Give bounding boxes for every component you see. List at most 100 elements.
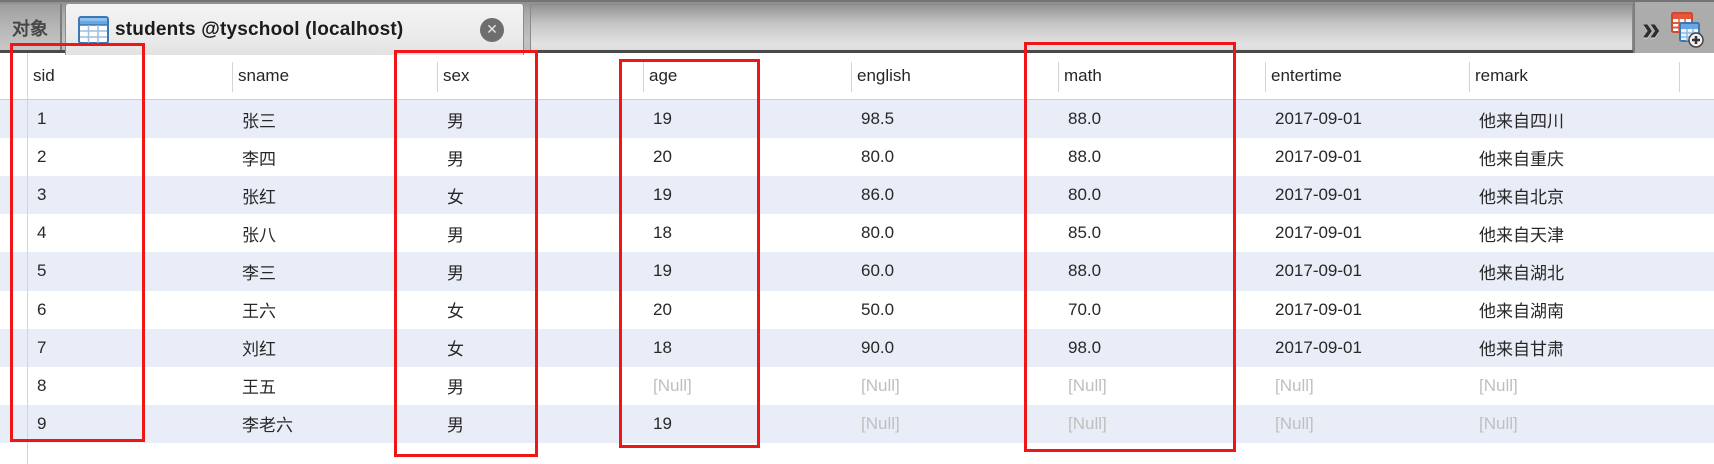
column-header-math[interactable]: math: [1058, 53, 1265, 99]
cell-sid[interactable]: 1: [27, 100, 232, 138]
cell-sex[interactable]: 女: [437, 176, 643, 214]
cell-entertime[interactable]: 2017-09-01: [1265, 214, 1469, 252]
cell-sid[interactable]: 3: [27, 176, 232, 214]
cell-math[interactable]: 88.0: [1058, 100, 1265, 138]
cell-math[interactable]: 88.0: [1058, 138, 1265, 176]
cell-sex[interactable]: 男: [437, 214, 643, 252]
cell-english[interactable]: 50.0: [851, 291, 1058, 329]
cell-sname[interactable]: 张红: [232, 176, 437, 214]
cell-remark[interactable]: 他来自湖北: [1469, 252, 1679, 290]
cell-sname[interactable]: 李老六: [232, 405, 437, 443]
cell-age[interactable]: 18: [643, 329, 851, 367]
cell-entertime[interactable]: [Null]: [1265, 367, 1469, 405]
column-header-age[interactable]: age: [643, 53, 851, 99]
cell-age[interactable]: 19: [643, 100, 851, 138]
cell-entertime[interactable]: 2017-09-01: [1265, 291, 1469, 329]
table-row-6: 6 王六女 20 50.0 70.0 2017-09-01 他来自湖南: [0, 290, 1714, 329]
active-tab-title: students @tyschool (localhost): [115, 18, 404, 40]
cell-sid[interactable]: 5: [27, 252, 232, 290]
cell-age[interactable]: [Null]: [643, 367, 851, 405]
cell-remark[interactable]: 他来自北京: [1469, 176, 1679, 214]
row-gutter[interactable]: [0, 291, 27, 329]
column-header-entertime[interactable]: entertime: [1265, 53, 1469, 99]
cell-english[interactable]: 98.5: [851, 100, 1058, 138]
column-header-sex[interactable]: sex: [437, 53, 643, 99]
row-gutter[interactable]: [0, 367, 27, 405]
tab-close-icon[interactable]: ✕: [480, 17, 504, 42]
cell-remark[interactable]: [Null]: [1469, 367, 1679, 405]
data-grid: sid sname sex age english math entertime remark…: [0, 53, 1714, 464]
cell-remark[interactable]: 他来自四川: [1469, 100, 1679, 138]
cell-remark[interactable]: 他来自湖南: [1469, 291, 1679, 329]
tab-students-active[interactable]: students @tyschool (localhost) ✕: [65, 4, 524, 55]
cell-sname[interactable]: 王六: [232, 291, 437, 329]
cell-english[interactable]: 90.0: [851, 329, 1058, 367]
cell-english[interactable]: 80.0: [851, 138, 1058, 176]
cell-sid[interactable]: 9: [27, 405, 232, 443]
cell-sname[interactable]: 李四: [232, 138, 437, 176]
row-gutter[interactable]: [0, 100, 27, 138]
cell-entertime[interactable]: [Null]: [1265, 405, 1469, 443]
cell-english[interactable]: 60.0: [851, 252, 1058, 290]
cell-remark[interactable]: 他来自天津: [1469, 214, 1679, 252]
cell-sname[interactable]: 王五: [232, 367, 437, 405]
cell-math[interactable]: 80.0: [1058, 176, 1265, 214]
new-tab-table-plus-icon[interactable]: [1666, 10, 1705, 48]
column-header-sid[interactable]: sid: [27, 53, 232, 99]
row-gutter[interactable]: [0, 405, 27, 443]
cell-sex[interactable]: 女: [437, 291, 643, 329]
cell-sid[interactable]: 6: [27, 291, 232, 329]
cell-remark[interactable]: 他来自重庆: [1469, 138, 1679, 176]
cell-age[interactable]: 20: [643, 138, 851, 176]
row-gutter[interactable]: [0, 214, 27, 252]
table-row-8: 8 王五男 [Null] [Null] [Null] [Null] [Null]: [0, 366, 1714, 405]
cell-age[interactable]: 19: [643, 176, 851, 214]
cell-age[interactable]: 19: [643, 405, 851, 443]
cell-math[interactable]: 98.0: [1058, 329, 1265, 367]
column-header-remark[interactable]: remark: [1469, 53, 1679, 99]
cell-sid[interactable]: 2: [27, 138, 232, 176]
cell-sid[interactable]: 4: [27, 214, 232, 252]
empty-tab-strip: [530, 4, 1633, 52]
cell-math[interactable]: 85.0: [1058, 214, 1265, 252]
cell-entertime[interactable]: 2017-09-01: [1265, 329, 1469, 367]
cell-english[interactable]: [Null]: [851, 405, 1058, 443]
cell-sex[interactable]: 男: [437, 252, 643, 290]
cell-sname[interactable]: 张八: [232, 214, 437, 252]
cell-sname[interactable]: 刘红: [232, 329, 437, 367]
cell-sex[interactable]: 男: [437, 405, 643, 443]
row-gutter[interactable]: [0, 329, 27, 367]
cell-math[interactable]: [Null]: [1058, 367, 1265, 405]
cell-sid[interactable]: 7: [27, 329, 232, 367]
cell-entertime[interactable]: 2017-09-01: [1265, 100, 1469, 138]
cell-sname[interactable]: 张三: [232, 100, 437, 138]
column-header-sname[interactable]: sname: [232, 53, 437, 99]
cell-age[interactable]: 18: [643, 214, 851, 252]
cell-math[interactable]: [Null]: [1058, 405, 1265, 443]
tab-objects[interactable]: 对象: [0, 4, 62, 52]
table-row-1: 1 张三男 19 98.5 88.0 2017-09-01 他来自四川: [0, 100, 1714, 139]
cell-sex[interactable]: 男: [437, 100, 643, 138]
row-gutter[interactable]: [0, 138, 27, 176]
cell-sname[interactable]: 李三: [232, 252, 437, 290]
cell-sex[interactable]: 男: [437, 367, 643, 405]
cell-remark[interactable]: 他来自甘肃: [1469, 329, 1679, 367]
cell-english[interactable]: 86.0: [851, 176, 1058, 214]
cell-sex[interactable]: 男: [437, 138, 643, 176]
row-gutter[interactable]: [0, 176, 27, 214]
row-gutter[interactable]: [0, 252, 27, 290]
tab-overflow-chevron-icon[interactable]: »: [1642, 12, 1660, 45]
cell-sid[interactable]: 8: [27, 367, 232, 405]
cell-entertime[interactable]: 2017-09-01: [1265, 138, 1469, 176]
cell-age[interactable]: 19: [643, 252, 851, 290]
cell-entertime[interactable]: 2017-09-01: [1265, 176, 1469, 214]
cell-english[interactable]: [Null]: [851, 367, 1058, 405]
cell-math[interactable]: 88.0: [1058, 252, 1265, 290]
column-header-english[interactable]: english: [851, 53, 1058, 99]
cell-entertime[interactable]: 2017-09-01: [1265, 252, 1469, 290]
cell-math[interactable]: 70.0: [1058, 291, 1265, 329]
cell-sex[interactable]: 女: [437, 329, 643, 367]
cell-age[interactable]: 20: [643, 291, 851, 329]
cell-english[interactable]: 80.0: [851, 214, 1058, 252]
cell-remark[interactable]: [Null]: [1469, 405, 1679, 443]
